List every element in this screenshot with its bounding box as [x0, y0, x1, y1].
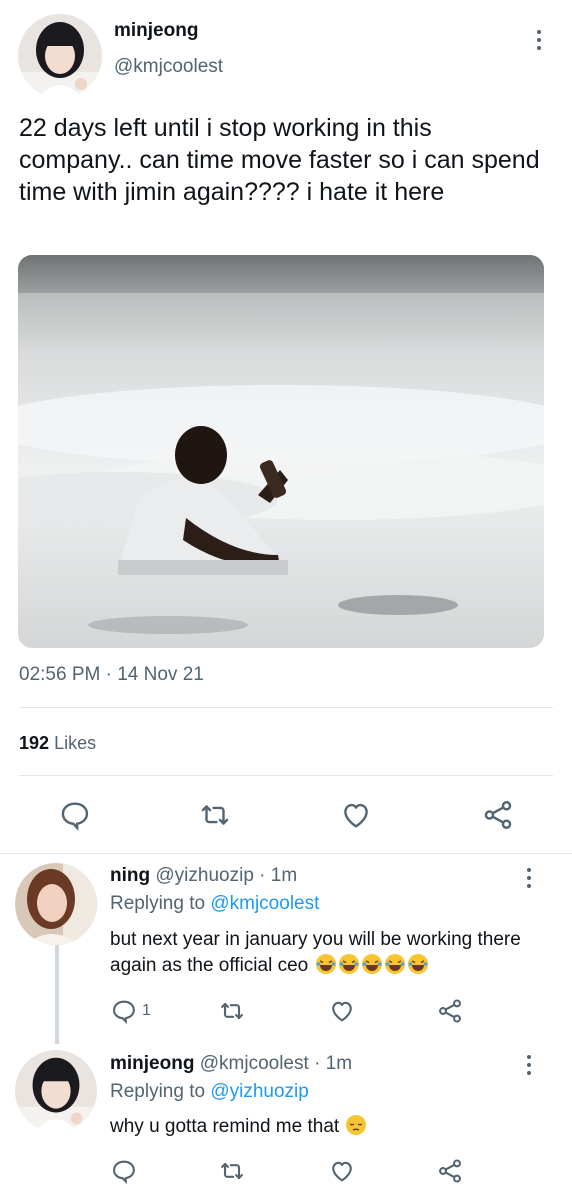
- laughing-emoji-icon: [315, 954, 336, 974]
- laughing-emoji-icon: [407, 954, 428, 974]
- reply-header: minjeong @kmjcoolest · 1m: [110, 1053, 352, 1075]
- tweet-date: 14 Nov 21: [117, 664, 204, 685]
- reply-author-name[interactable]: minjeong: [110, 1053, 194, 1074]
- replying-to: Replying to @kmjcoolest: [110, 893, 319, 915]
- tweet-text: 22 days left until i stop working in thi…: [19, 114, 540, 206]
- reply-author-name[interactable]: ning: [110, 865, 150, 886]
- reply-time: 1m: [325, 1053, 353, 1074]
- laughing-emoji-icon: [384, 954, 405, 974]
- pensive-emoji-icon: [346, 1115, 367, 1135]
- tweet-media-image[interactable]: [18, 255, 544, 648]
- likes-stat[interactable]: 192 Likes: [19, 733, 96, 754]
- share-icon[interactable]: [436, 1157, 464, 1185]
- divider: [19, 775, 553, 776]
- reply-text: but next year in january you will be wor…: [110, 927, 540, 979]
- like-icon[interactable]: [328, 1157, 356, 1185]
- replying-to-handle[interactable]: @yizhuozip: [210, 1081, 309, 1102]
- avatar-ning[interactable]: [15, 863, 97, 945]
- like-icon[interactable]: [328, 997, 356, 1025]
- more-options-icon[interactable]: [526, 868, 532, 888]
- share-icon[interactable]: [481, 798, 515, 832]
- reply-author-handle[interactable]: @yizhuozip: [155, 865, 254, 886]
- retweet-icon[interactable]: [218, 997, 246, 1025]
- divider: [19, 707, 553, 708]
- reply-icon[interactable]: [110, 1157, 138, 1185]
- tweet-timestamp: 02:56 PM · 14 Nov 21: [19, 664, 204, 686]
- laughing-emoji-group: [314, 954, 429, 976]
- tweet-time: 02:56 PM: [19, 664, 101, 685]
- reply-text-body: why u gotta remind me that: [110, 1116, 340, 1137]
- reply-count: 1: [142, 1002, 151, 1019]
- timestamp-separator: ·: [105, 664, 112, 685]
- reply-time-separator: ·: [259, 865, 266, 886]
- replying-to: Replying to @yizhuozip: [110, 1081, 309, 1103]
- author-handle[interactable]: @kmjcoolest: [114, 56, 223, 78]
- like-icon[interactable]: [339, 798, 373, 832]
- reply-text: why u gotta remind me that: [110, 1114, 540, 1140]
- laughing-emoji-icon: [361, 954, 382, 974]
- reply-time: 1m: [270, 865, 298, 886]
- more-options-icon[interactable]: [526, 1055, 532, 1075]
- reply-time-separator: ·: [314, 1053, 321, 1074]
- retweet-icon[interactable]: [198, 798, 232, 832]
- replying-to-label: Replying to: [110, 893, 206, 914]
- share-icon[interactable]: [436, 997, 464, 1025]
- replying-to-label: Replying to: [110, 1081, 206, 1102]
- reply-icon[interactable]: 1: [110, 997, 151, 1025]
- thread-line: [55, 944, 59, 1044]
- reply-header: ning @yizhuozip · 1m: [110, 865, 297, 887]
- more-options-icon[interactable]: [536, 30, 542, 50]
- divider: [0, 853, 572, 854]
- reply-author-handle[interactable]: @kmjcoolest: [200, 1053, 309, 1074]
- likes-count: 192: [19, 733, 50, 753]
- retweet-icon[interactable]: [218, 1157, 246, 1185]
- avatar-minjeong[interactable]: [15, 1050, 97, 1132]
- reply-icon[interactable]: [58, 798, 92, 832]
- replying-to-handle[interactable]: @kmjcoolest: [210, 893, 319, 914]
- likes-label: Likes: [54, 733, 97, 753]
- author-name[interactable]: minjeong: [114, 20, 198, 42]
- avatar-minjeong[interactable]: [18, 14, 102, 98]
- laughing-emoji-icon: [338, 954, 359, 974]
